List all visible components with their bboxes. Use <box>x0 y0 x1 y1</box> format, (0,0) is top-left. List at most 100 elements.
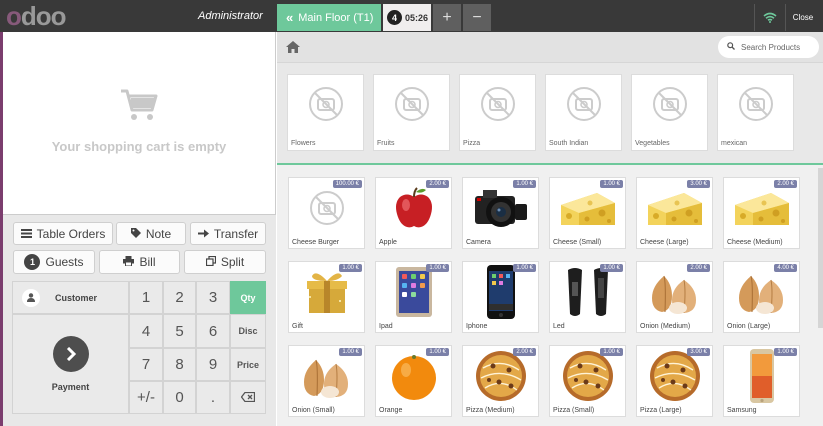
category-tile[interactable]: Flowers <box>287 74 364 151</box>
numpad-key-0[interactable]: 0 <box>163 381 196 414</box>
numpad-key-2[interactable]: 2 <box>163 281 196 314</box>
numpad-key-6[interactable]: 6 <box>196 314 230 348</box>
category-label: South Indian <box>549 140 589 147</box>
price-badge: 3.00 € <box>687 348 710 356</box>
payment-button[interactable]: Payment <box>12 314 129 414</box>
product-name: Cheese (Small) <box>553 239 602 246</box>
order-number-badge: 4 <box>387 10 402 25</box>
price-badge: 1.00 € <box>600 180 623 188</box>
control-panel: Table Orders Note Transfer 1 Guests Bill <box>3 214 276 426</box>
numpad-key-5[interactable]: 5 <box>163 314 196 348</box>
price-badge: 1.00 € <box>600 348 623 356</box>
guests-label: Guests <box>45 255 84 269</box>
numpad-key-7[interactable]: 7 <box>129 348 163 381</box>
search-input[interactable]: Search Products <box>741 43 800 52</box>
numpad-key-8[interactable]: 8 <box>163 348 196 381</box>
bill-button[interactable]: Bill <box>99 250 180 274</box>
price-badge: 1.00 € <box>774 348 797 356</box>
product-tile[interactable]: 1.00 € Iphone <box>462 261 539 333</box>
product-name: Pizza (Medium) <box>466 407 515 414</box>
order-tab[interactable]: 4 05:26 <box>383 4 431 31</box>
close-button[interactable]: Close <box>785 4 820 31</box>
price-badge: 1.00 € <box>600 264 623 272</box>
product-tile[interactable]: 100.00 € Cheese Burger <box>288 177 365 249</box>
category-list: Flowers Fruits Pizza South Indian Vegetables… <box>277 63 823 165</box>
delete-order-button[interactable]: − <box>463 4 491 31</box>
category-tile[interactable]: Vegetables <box>631 74 708 151</box>
category-tile[interactable]: Fruits <box>373 74 450 151</box>
product-tile[interactable]: 2.00 € Cheese (Medium) <box>723 177 800 249</box>
price-mode-button[interactable]: Price <box>230 348 266 381</box>
customer-button[interactable]: Customer <box>12 281 129 314</box>
product-tile[interactable]: 1.00 € Gift <box>288 261 365 333</box>
product-name: Cheese Burger <box>292 239 340 246</box>
category-tile[interactable]: South Indian <box>545 74 622 151</box>
product-name: Onion (Large) <box>727 323 771 330</box>
products-pane: Search Products Flowers Fruits Pizza South … <box>277 32 823 426</box>
top-bar: o doo Administrator « Main Floor (T1) 4 0… <box>0 0 823 32</box>
user-icon <box>22 288 40 307</box>
product-name: Samsung <box>727 407 757 414</box>
scrollbar[interactable] <box>818 168 823 328</box>
product-tile[interactable]: 1.00 € Pizza (Small) <box>549 345 626 417</box>
disc-mode-button[interactable]: Disc <box>230 314 266 348</box>
chevron-right-icon <box>52 336 89 372</box>
product-tile[interactable]: 4.00 € Onion (Large) <box>723 261 800 333</box>
transfer-button[interactable]: Transfer <box>190 222 266 245</box>
product-tile[interactable]: 2.00 € Onion (Medium) <box>636 261 713 333</box>
back-chevron-icon: « <box>286 10 294 25</box>
numpad-decimal[interactable]: . <box>196 381 230 414</box>
numpad-key-4[interactable]: 4 <box>129 314 163 348</box>
category-breadcrumb-bar: Search Products <box>277 32 823 63</box>
price-badge: 3.00 € <box>687 180 710 188</box>
category-label: Fruits <box>377 140 395 147</box>
price-badge: 1.00 € <box>513 264 536 272</box>
search-box[interactable]: Search Products <box>718 36 819 58</box>
product-name: Led <box>553 323 565 330</box>
product-tile[interactable]: 1.00 € Ipad <box>375 261 452 333</box>
product-name: Pizza (Small) <box>553 407 595 414</box>
logo-letter: o <box>6 0 22 31</box>
image-placeholder-icon <box>632 75 707 133</box>
product-tile[interactable]: 1.00 € Orange <box>375 345 452 417</box>
home-icon[interactable] <box>286 40 300 58</box>
table-orders-label: Table Orders <box>36 226 106 241</box>
product-tile[interactable]: 1.00 € Led <box>549 261 626 333</box>
category-tile[interactable]: mexican <box>717 74 794 151</box>
product-tile[interactable]: 1.00 € Samsung <box>723 345 800 417</box>
product-name: Cheese (Large) <box>640 239 689 246</box>
wifi-icon[interactable] <box>754 4 784 31</box>
category-tile[interactable]: Pizza <box>459 74 536 151</box>
qty-mode-button[interactable]: Qty <box>230 281 266 314</box>
backspace-button[interactable] <box>230 381 266 414</box>
note-button[interactable]: Note <box>116 222 186 245</box>
new-order-button[interactable]: + <box>433 4 461 31</box>
product-tile[interactable]: 3.00 € Pizza (Large) <box>636 345 713 417</box>
floor-button[interactable]: « Main Floor (T1) <box>277 4 381 31</box>
product-name: Iphone <box>466 323 488 330</box>
product-name: Onion (Small) <box>292 407 335 414</box>
price-badge: 2.00 € <box>426 180 449 188</box>
order-pane: Your shopping cart is empty Table Orders… <box>0 32 277 426</box>
guests-button[interactable]: 1 Guests <box>13 250 95 274</box>
numpad-plus-minus[interactable]: +/- <box>129 381 163 414</box>
product-tile[interactable]: 2.00 € Pizza (Medium) <box>462 345 539 417</box>
numpad-key-9[interactable]: 9 <box>196 348 230 381</box>
numpad-key-1[interactable]: 1 <box>129 281 163 314</box>
table-orders-button[interactable]: Table Orders <box>13 222 113 245</box>
category-label: mexican <box>721 140 748 147</box>
product-tile[interactable]: 1.00 € Onion (Small) <box>288 345 365 417</box>
product-tile[interactable]: 2.00 € Apple <box>375 177 452 249</box>
product-name: Apple <box>379 239 397 246</box>
product-tile[interactable]: 1.00 € Cheese (Small) <box>549 177 626 249</box>
product-name: Ipad <box>379 323 393 330</box>
product-tile[interactable]: 3.00 € Cheese (Large) <box>636 177 713 249</box>
split-button[interactable]: Split <box>184 250 266 274</box>
price-badge: 2.00 € <box>687 264 710 272</box>
product-tile[interactable]: 1.00 € Camera <box>462 177 539 249</box>
user-name[interactable]: Administrator <box>198 10 263 22</box>
price-badge: 1.00 € <box>513 180 536 188</box>
product-name: Gift <box>292 323 303 330</box>
image-placeholder-icon <box>374 75 449 133</box>
numpad-key-3[interactable]: 3 <box>196 281 230 314</box>
